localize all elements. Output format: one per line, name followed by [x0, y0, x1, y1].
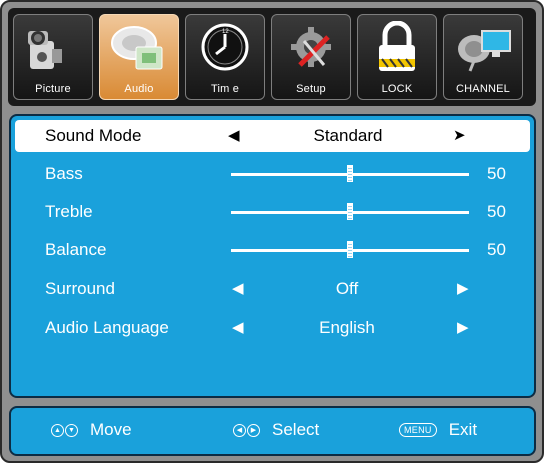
select-label: Select: [272, 420, 320, 439]
tab-label: Tim e: [210, 83, 240, 95]
bass-value: 50: [487, 164, 506, 183]
sound-mode-label: Sound Mode: [45, 126, 142, 145]
surround-row[interactable]: Surround ◀ Off ▶: [11, 273, 534, 305]
tools-icon: [291, 27, 331, 67]
clock-icon: 12: [201, 23, 249, 71]
right-arrow-icon[interactable]: ▶: [457, 279, 469, 297]
menu-tab-bar: Picture Audio 12 Tim e Setup LOCK CHANNE…: [8, 8, 536, 106]
sound-mode-value: Standard: [313, 126, 383, 145]
audio-settings-panel: Sound Mode ◀ Standard ➤ Bass 50 Treble 5…: [9, 114, 536, 398]
audio-language-label: Audio Language: [45, 318, 169, 337]
balance-value: 50: [487, 240, 506, 259]
osd-frame: Picture Audio 12 Tim e Setup LOCK CHANNE…: [0, 0, 544, 463]
audio-language-row[interactable]: Audio Language ◀ English ▶: [11, 312, 534, 344]
exit-hint: MENU Exit: [399, 420, 477, 440]
right-arrow-icon[interactable]: ➤: [453, 126, 466, 144]
treble-row[interactable]: Treble 50: [11, 196, 534, 228]
bass-label: Bass: [45, 164, 83, 183]
bass-slider-thumb[interactable]: [347, 165, 353, 182]
tab-audio[interactable]: Audio: [99, 14, 179, 100]
move-hint: ▲ ▼ Move: [51, 420, 132, 440]
footer-hint-bar: ▲ ▼ Move ◀ ▶ Select MENU Exit: [9, 406, 536, 456]
satellite-icon: [458, 30, 511, 72]
treble-slider-thumb[interactable]: [347, 203, 353, 220]
speaker-icon: [111, 26, 163, 70]
menu-key-icon: MENU: [399, 423, 437, 437]
audio-language-value: English: [319, 318, 375, 337]
bass-row[interactable]: Bass 50: [11, 158, 534, 190]
sound-mode-row[interactable]: Sound Mode ◀ Standard ➤: [15, 120, 530, 152]
left-arrow-icon[interactable]: ◀: [232, 318, 244, 336]
treble-value: 50: [487, 202, 506, 221]
left-right-icon: ◀ ▶: [233, 423, 260, 437]
tab-time[interactable]: 12 Tim e: [185, 14, 265, 100]
select-hint: ◀ ▶ Select: [233, 420, 319, 440]
exit-label: Exit: [448, 420, 478, 439]
balance-row[interactable]: Balance 50: [11, 234, 534, 266]
tab-label: Setup: [296, 83, 326, 95]
tab-lock[interactable]: LOCK: [357, 14, 437, 100]
camera-icon: [28, 31, 62, 69]
surround-label: Surround: [45, 279, 115, 298]
tab-channel[interactable]: CHANNEL: [443, 14, 523, 100]
tab-label: Audio: [124, 83, 154, 95]
tab-setup[interactable]: Setup: [271, 14, 351, 100]
tab-label: Picture: [35, 83, 71, 95]
up-down-icon: ▲ ▼: [51, 423, 78, 437]
balance-label: Balance: [45, 240, 107, 259]
left-arrow-icon[interactable]: ◀: [232, 279, 244, 297]
tab-label: LOCK: [381, 83, 413, 95]
right-arrow-icon[interactable]: ▶: [457, 318, 469, 336]
lock-icon: [379, 21, 415, 71]
balance-slider-thumb[interactable]: [347, 241, 353, 258]
surround-value: Off: [335, 279, 359, 298]
treble-label: Treble: [45, 202, 93, 221]
svg-text:12: 12: [222, 29, 229, 35]
left-arrow-icon[interactable]: ◀: [228, 126, 240, 144]
move-label: Move: [90, 420, 132, 439]
tab-picture[interactable]: Picture: [13, 14, 93, 100]
tab-label: CHANNEL: [456, 83, 510, 95]
